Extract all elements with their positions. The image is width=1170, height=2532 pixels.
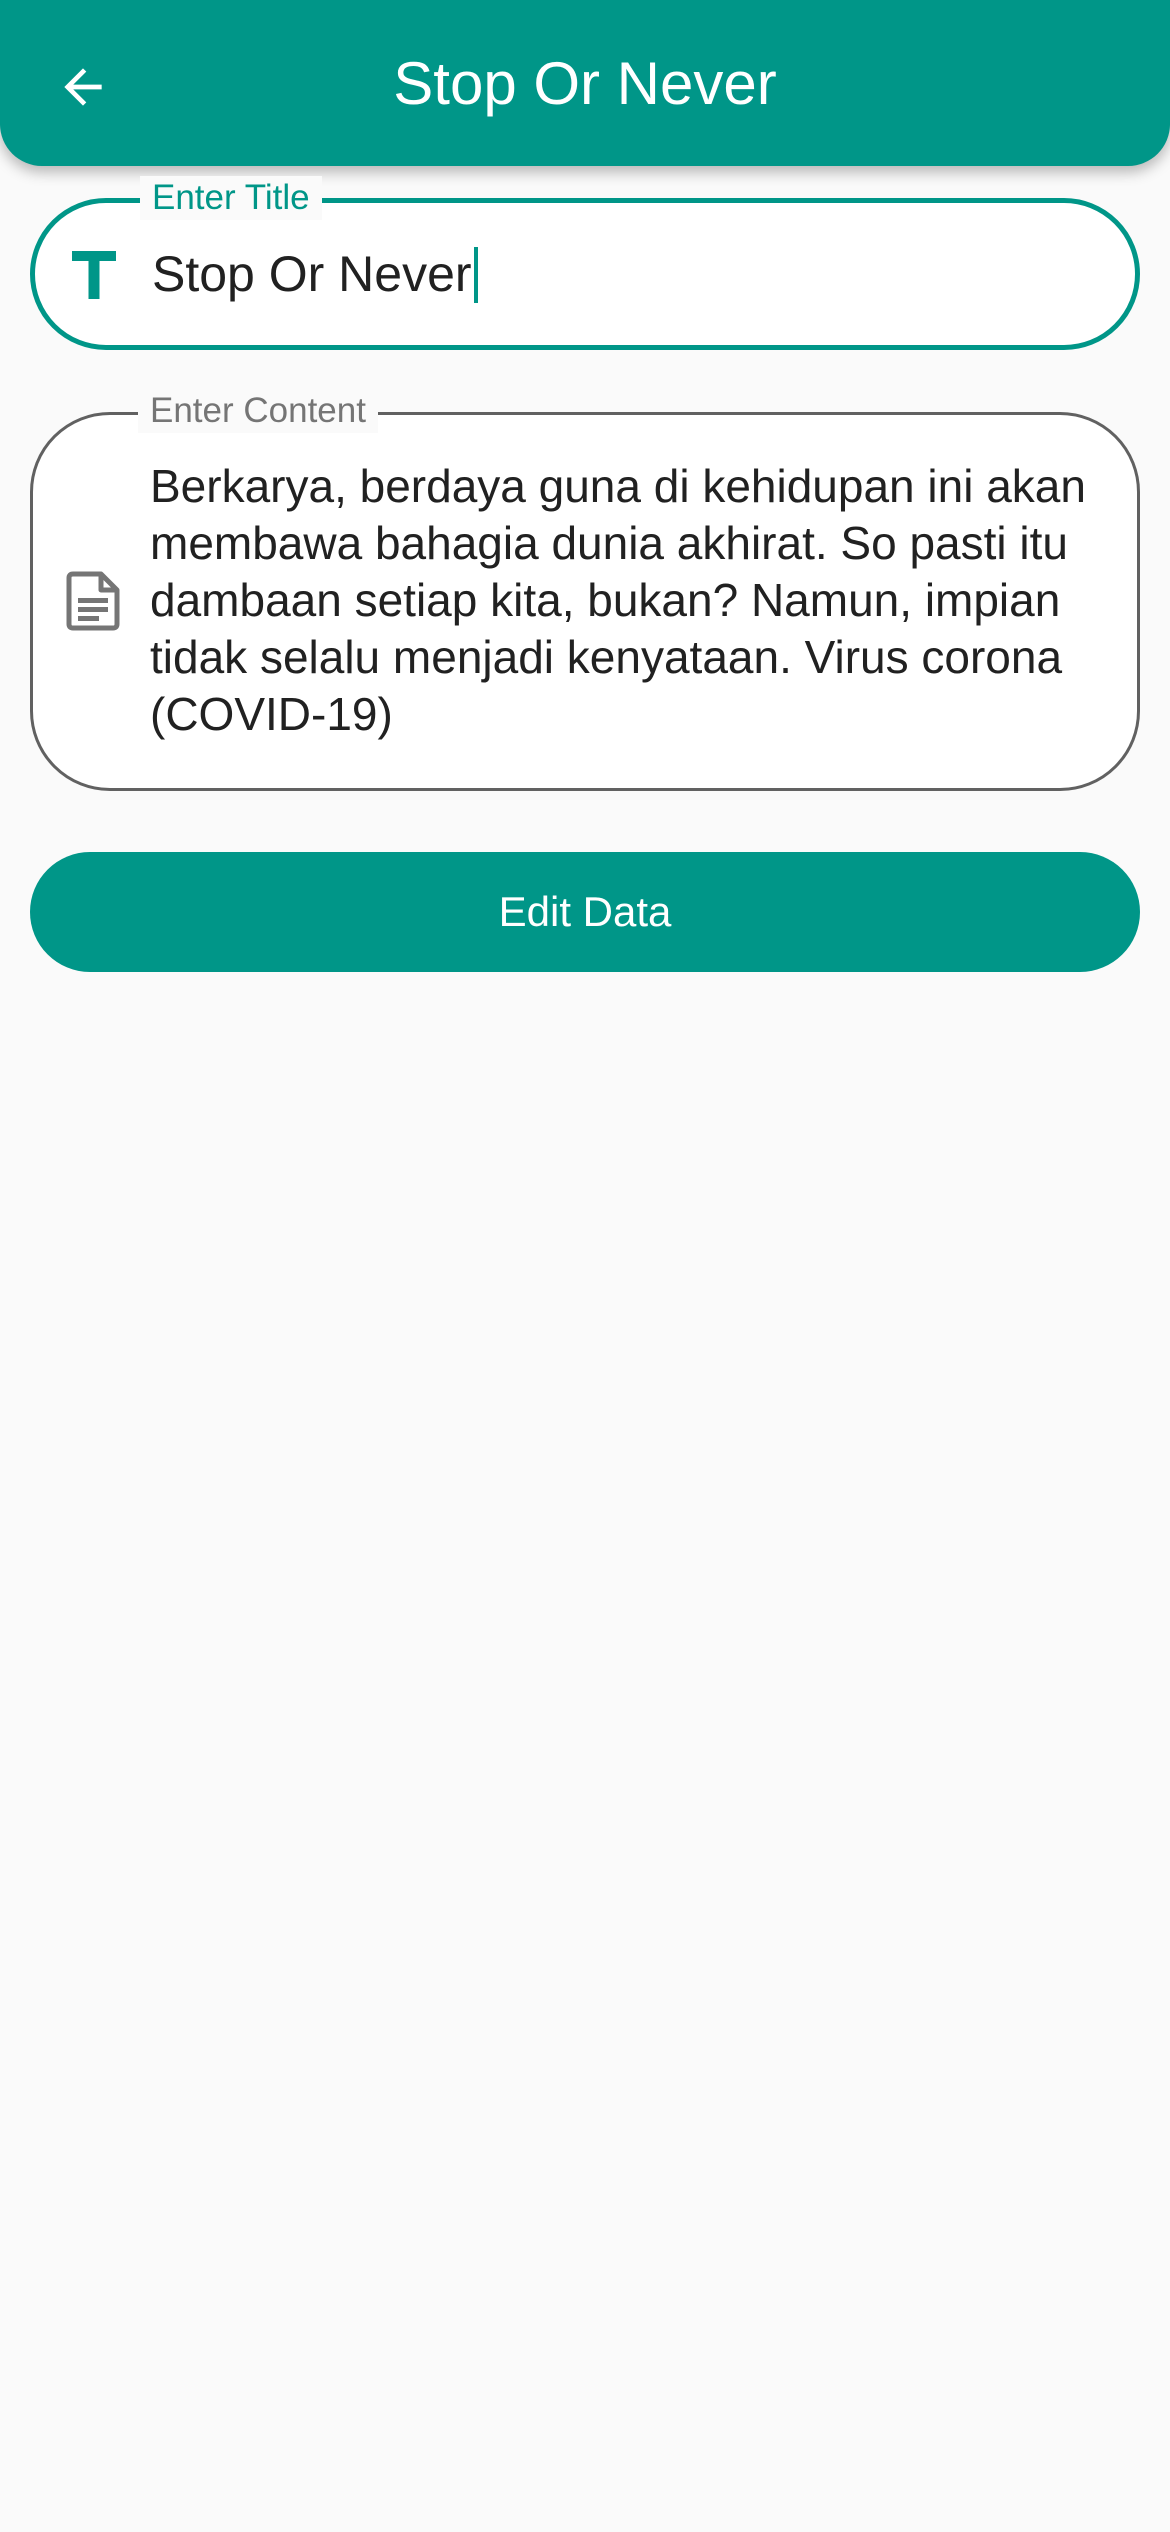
title-input-label: Enter Title bbox=[140, 176, 322, 220]
document-icon bbox=[66, 571, 120, 631]
content-input[interactable]: Enter Content Berkarya, berdaya guna di … bbox=[30, 389, 1140, 791]
title-input-value[interactable]: Stop Or Never bbox=[152, 243, 478, 305]
title-input[interactable]: Enter Title Stop Or Never bbox=[30, 176, 1140, 350]
edit-data-button[interactable]: Edit Data bbox=[30, 852, 1140, 972]
content-input-value[interactable]: Berkarya, berdaya guna di kehidupan ini … bbox=[150, 458, 1110, 743]
content-input-label: Enter Content bbox=[138, 389, 378, 433]
title-t-icon bbox=[72, 251, 116, 299]
text-cursor bbox=[473, 247, 478, 303]
app-bar: Stop Or Never bbox=[0, 0, 1170, 166]
page-title: Stop Or Never bbox=[393, 50, 777, 117]
title-input-text: Stop Or Never bbox=[152, 246, 472, 302]
